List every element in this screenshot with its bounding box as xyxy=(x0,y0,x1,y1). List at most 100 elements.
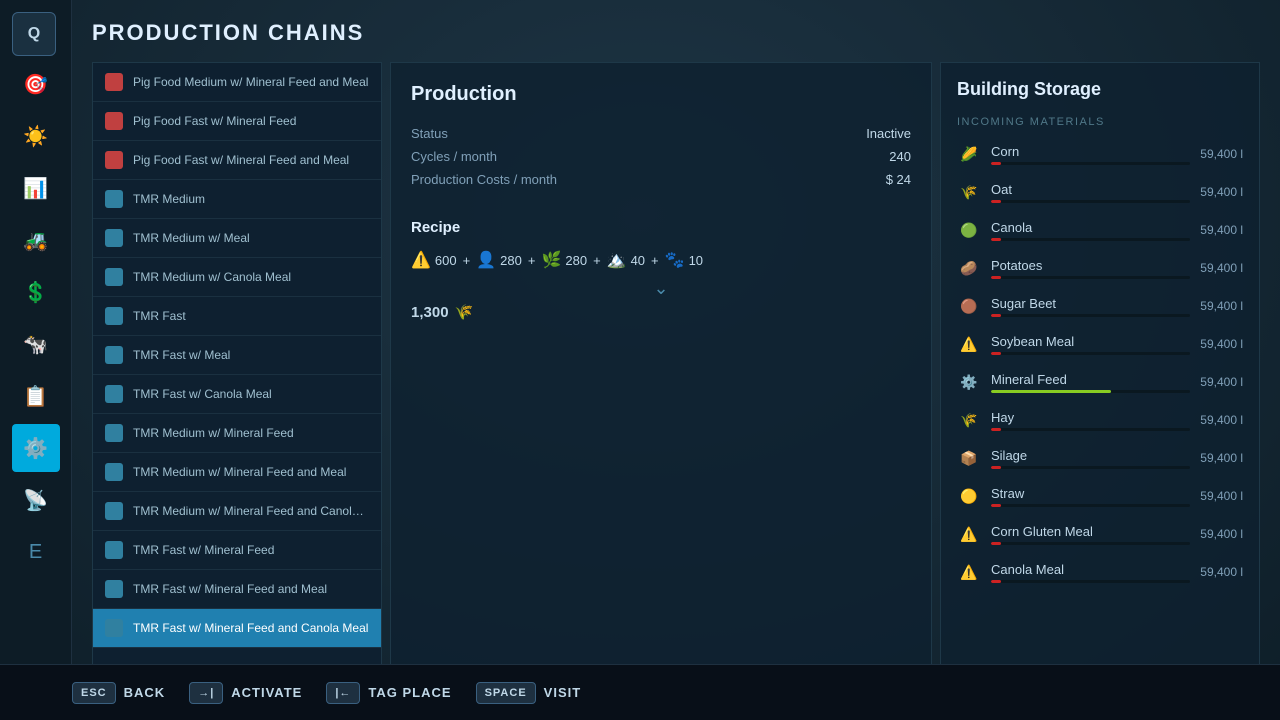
production-stats: Status Inactive Cycles / month 240 Produ… xyxy=(411,126,911,187)
panels: Pig Food Medium w/ Mineral Feed and Meal… xyxy=(92,62,1260,720)
storage-item-name: Canola Meal xyxy=(991,562,1190,577)
sidebar-icon-tractor[interactable]: 🚜 xyxy=(12,216,60,264)
chain-label-6: TMR Medium w/ Canola Meal xyxy=(133,270,291,284)
chain-label-4: TMR Medium xyxy=(133,192,205,206)
storage-amount: 59,400 l xyxy=(1200,223,1243,237)
sidebar-icon-dollar[interactable]: 💲 xyxy=(12,268,60,316)
storage-item-info: Canola Meal xyxy=(991,562,1190,583)
storage-bar-bg xyxy=(991,314,1190,317)
storage-list: 🌽Corn59,400 l🌾Oat59,400 l🟢Canola59,400 l… xyxy=(941,136,1259,691)
chain-item-1[interactable]: Pig Food Medium w/ Mineral Feed and Meal xyxy=(93,63,381,102)
storage-amount: 59,400 l xyxy=(1200,185,1243,199)
sidebar-icon-steering[interactable]: 🎯 xyxy=(12,60,60,108)
bottom-bar: ESCBACK →| ACTIVATE |←TAG PLACE SPACEVISIT xyxy=(0,664,1280,720)
chain-item-14[interactable]: TMR Fast w/ Mineral Feed and Meal xyxy=(93,570,381,609)
chain-icon-15 xyxy=(105,619,123,637)
chain-item-10[interactable]: TMR Medium w/ Mineral Feed xyxy=(93,414,381,453)
chain-icon-7 xyxy=(105,307,123,325)
chain-item-8[interactable]: TMR Fast w/ Meal xyxy=(93,336,381,375)
storage-item-icon: 🌾 xyxy=(957,180,981,204)
recipe-amount-3: 280 xyxy=(565,253,587,268)
chain-item-9[interactable]: TMR Fast w/ Canola Meal xyxy=(93,375,381,414)
chain-item-5[interactable]: TMR Medium w/ Meal xyxy=(93,219,381,258)
storage-item-info: Soybean Meal xyxy=(991,334,1190,355)
chain-item-3[interactable]: Pig Food Fast w/ Mineral Feed and Meal xyxy=(93,141,381,180)
storage-item: 🌾Oat59,400 l xyxy=(949,174,1251,210)
sidebar-icon-E[interactable]: E xyxy=(12,528,60,576)
storage-item: ⚙️ Mineral Feed 59,400 l xyxy=(949,364,1251,400)
bottom-key-activate[interactable]: →| ACTIVATE xyxy=(189,682,302,704)
sidebar-icon-satellite[interactable]: 📡 xyxy=(12,476,60,524)
chain-item-2[interactable]: Pig Food Fast w/ Mineral Feed xyxy=(93,102,381,141)
chain-icon-10 xyxy=(105,424,123,442)
storage-item: ⚠️Canola Meal59,400 l xyxy=(949,554,1251,590)
chain-item-12[interactable]: TMR Medium w/ Mineral Feed and Canola M xyxy=(93,492,381,531)
storage-item-icon: ⚙️ xyxy=(957,370,981,394)
storage-item-name: Straw xyxy=(991,486,1190,501)
storage-amount: 59,400 l xyxy=(1200,375,1243,389)
storage-item-icon: ⚠️ xyxy=(957,522,981,546)
storage-bar-bg xyxy=(991,390,1190,393)
q-button[interactable]: Q xyxy=(12,12,56,56)
status-label: Status xyxy=(411,126,448,141)
storage-item-icon: 🥔 xyxy=(957,256,981,280)
chain-icon-13 xyxy=(105,541,123,559)
key-label: VISIT xyxy=(544,685,582,700)
recipe-arrow-down: ⌄ xyxy=(411,278,911,299)
storage-item-name: Corn xyxy=(991,144,1190,159)
chain-label-1: Pig Food Medium w/ Mineral Feed and Meal xyxy=(133,75,368,89)
bottom-key-back[interactable]: ESCBACK xyxy=(72,682,165,704)
cycles-value: 240 xyxy=(889,149,911,164)
sidebar-icon-animal[interactable]: 🐄 xyxy=(12,320,60,368)
chain-item-13[interactable]: TMR Fast w/ Mineral Feed xyxy=(93,531,381,570)
recipe-amount-1: 600 xyxy=(435,253,457,268)
bottom-key-visit[interactable]: SPACEVISIT xyxy=(476,682,582,704)
costs-label: Production Costs / month xyxy=(411,172,557,187)
chain-label-5: TMR Medium w/ Meal xyxy=(133,231,250,245)
incoming-label: INCOMING MATERIALS xyxy=(941,110,1259,136)
chain-item-4[interactable]: TMR Medium xyxy=(93,180,381,219)
recipe-icon-4: 🏔️ xyxy=(607,250,627,270)
key-badge: |← xyxy=(326,682,360,704)
key-badge: →| xyxy=(189,682,223,704)
storage-item-info: Corn xyxy=(991,144,1190,165)
chain-list-panel: Pig Food Medium w/ Mineral Feed and Meal… xyxy=(92,62,382,720)
costs-row: Production Costs / month $ 24 xyxy=(411,172,911,187)
chain-icon-6 xyxy=(105,268,123,286)
chain-item-7[interactable]: TMR Fast xyxy=(93,297,381,336)
key-label: ACTIVATE xyxy=(231,685,302,700)
storage-item: 🟢Canola59,400 l xyxy=(949,212,1251,248)
recipe-section: Recipe ⚠️ 600 + 👤 280 + 🌿 xyxy=(411,219,911,321)
storage-bar-fill xyxy=(991,504,1001,507)
storage-item-name: Potatoes xyxy=(991,258,1190,273)
sidebar-icon-documents[interactable]: 📋 xyxy=(12,372,60,420)
chain-item-11[interactable]: TMR Medium w/ Mineral Feed and Meal xyxy=(93,453,381,492)
chain-icon-14 xyxy=(105,580,123,598)
storage-item-icon: ⚠️ xyxy=(957,332,981,356)
plus-3: + xyxy=(593,253,601,268)
chain-icon-5 xyxy=(105,229,123,247)
plus-4: + xyxy=(651,253,659,268)
output-icon: 🌾 xyxy=(455,303,474,321)
sidebar-icon-factory[interactable]: ⚙️ xyxy=(12,424,60,472)
storage-item-name: Mineral Feed xyxy=(991,372,1190,387)
sidebar: 🌐🎯☀️📊🚜💲🐄📋⚙️📡E xyxy=(0,0,72,720)
key-badge: ESC xyxy=(72,682,116,704)
plus-2: + xyxy=(528,253,536,268)
chain-label-9: TMR Fast w/ Canola Meal xyxy=(133,387,272,401)
storage-item-name: Sugar Beet xyxy=(991,296,1190,311)
sidebar-icon-sun[interactable]: ☀️ xyxy=(12,112,60,160)
output-amount: 1,300 xyxy=(411,304,449,321)
recipe-icon-2: 👤 xyxy=(476,250,496,270)
storage-amount: 59,400 l xyxy=(1200,413,1243,427)
chain-item-6[interactable]: TMR Medium w/ Canola Meal xyxy=(93,258,381,297)
storage-item-name: Silage xyxy=(991,448,1190,463)
recipe-item-3: 🌿 280 xyxy=(541,250,587,270)
chain-item-15[interactable]: TMR Fast w/ Mineral Feed and Canola Meal xyxy=(93,609,381,648)
sidebar-icon-chart[interactable]: 📊 xyxy=(12,164,60,212)
storage-item-icon: 📦 xyxy=(957,446,981,470)
bottom-key-tag place[interactable]: |←TAG PLACE xyxy=(326,682,451,704)
chain-list: Pig Food Medium w/ Mineral Feed and Meal… xyxy=(93,63,381,719)
chain-label-3: Pig Food Fast w/ Mineral Feed and Meal xyxy=(133,153,349,167)
storage-amount: 59,400 l xyxy=(1200,565,1243,579)
